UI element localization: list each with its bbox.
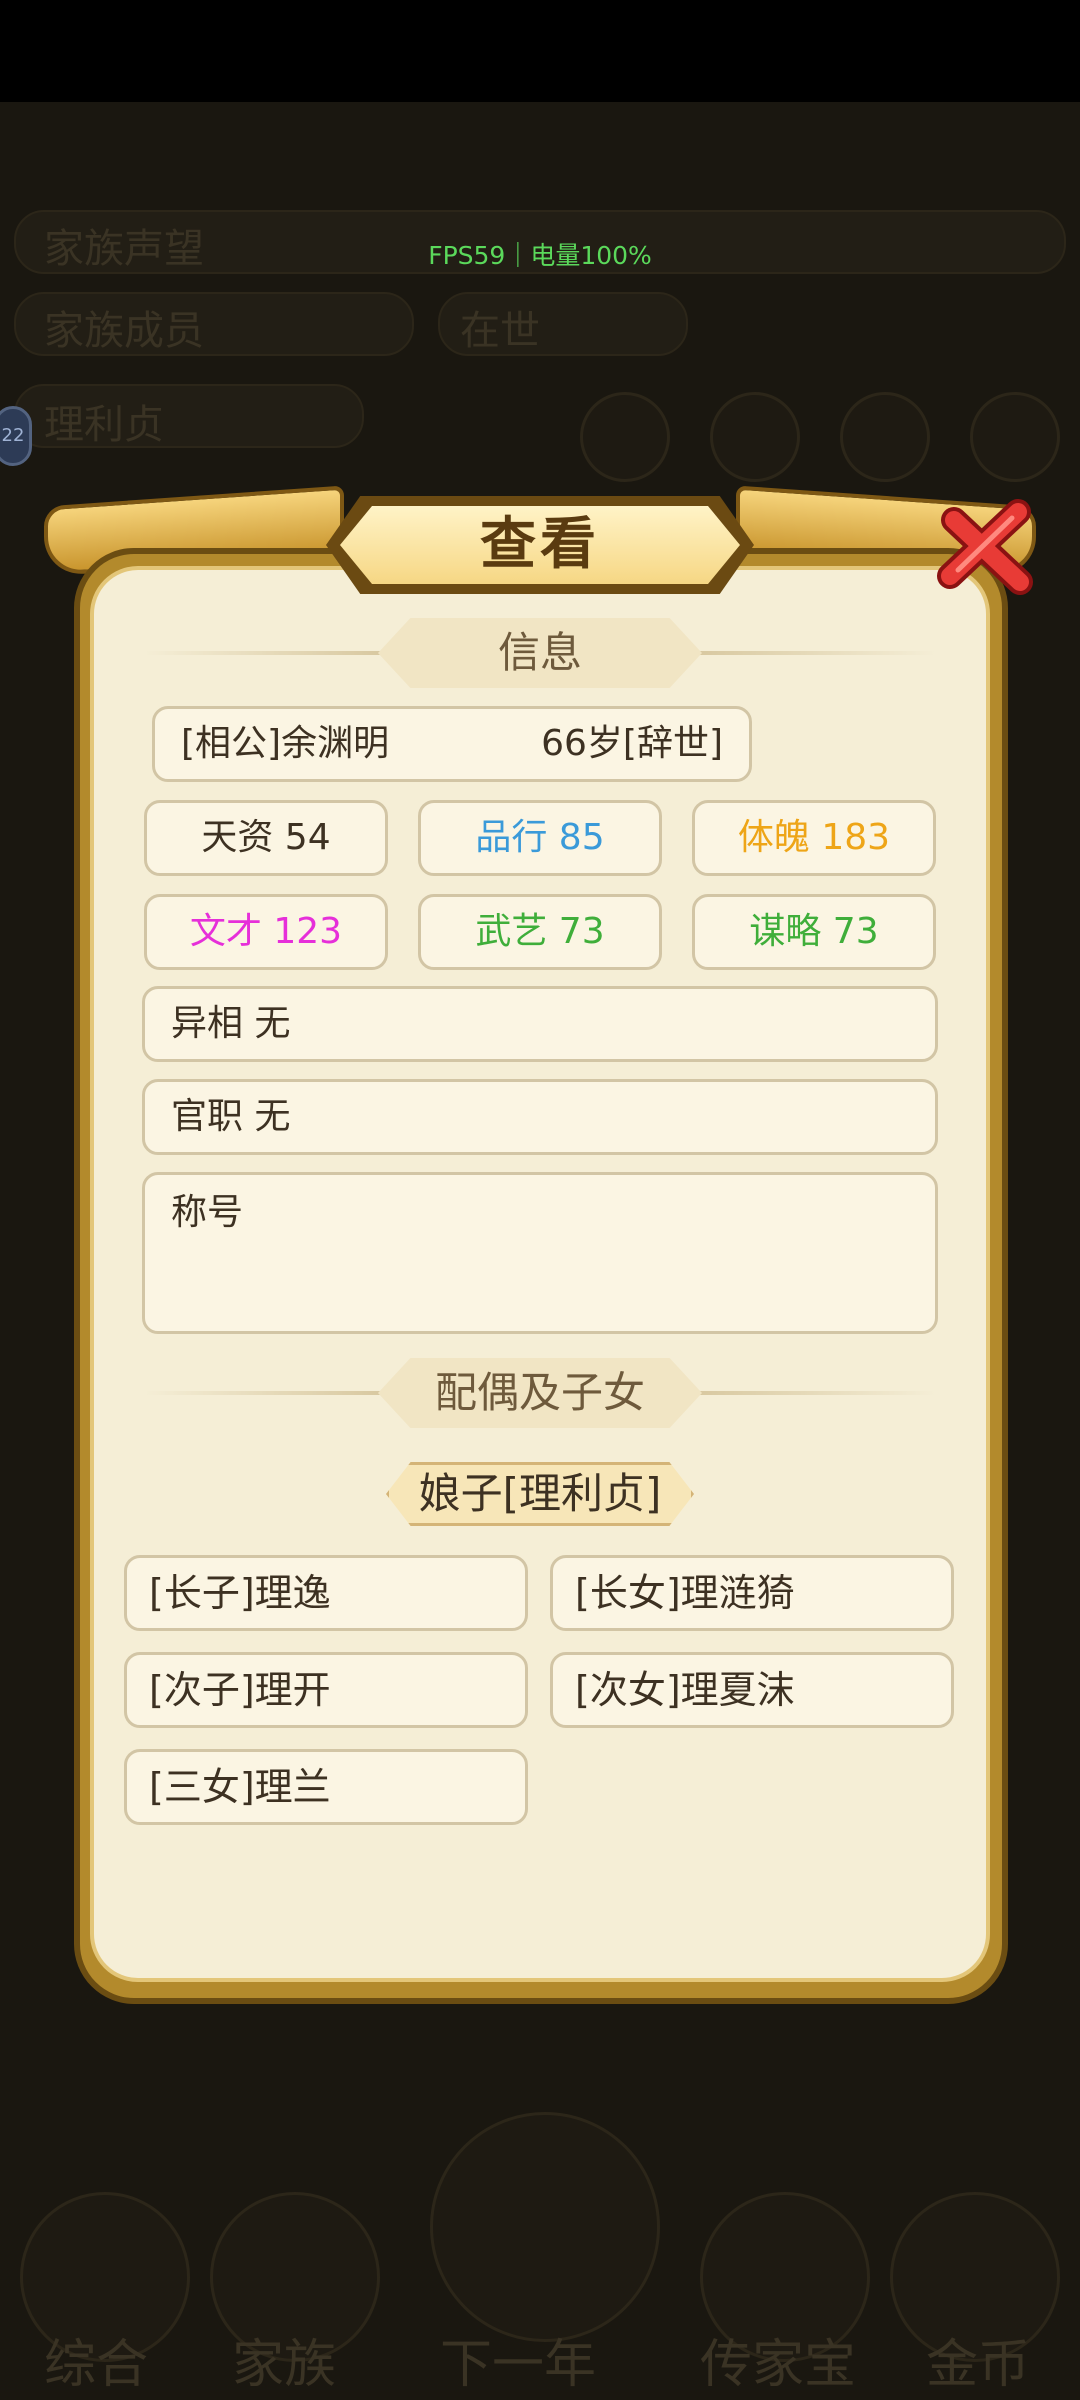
person-age: 66岁[辞世]: [541, 723, 723, 764]
info-section-header: 信息: [378, 618, 702, 688]
bg-nav-icon-3: [430, 2112, 660, 2342]
bg-nav-label-5: 金币: [926, 2335, 1031, 2395]
stat-conduct: 品行 85: [418, 800, 662, 876]
bg-nav-label-1: 综合: [44, 2335, 149, 2395]
stat-literary: 文才 123: [144, 894, 388, 970]
bg-icon-4: [970, 392, 1060, 482]
bg-label-members: 家族成员: [44, 308, 204, 354]
stat-martial: 武艺 73: [418, 894, 662, 970]
person-name: [相公]余渊明: [181, 723, 390, 764]
family-section-header: 配偶及子女: [378, 1358, 702, 1428]
info-header-line-right: [696, 651, 936, 655]
spouse-button[interactable]: 娘子[理利贞]: [386, 1462, 694, 1526]
family-header-line-right: [696, 1391, 936, 1395]
close-x-icon: [937, 499, 1033, 595]
person-row: [相公]余渊明 66岁[辞世]: [152, 706, 752, 782]
status-bar: [0, 0, 1080, 102]
office-field: 官职 无: [142, 1079, 938, 1155]
stat-strategy: 谋略 73: [692, 894, 936, 970]
child-item[interactable]: [次子]理开: [124, 1652, 528, 1728]
info-header-line-left: [144, 651, 384, 655]
dialog-title: 查看: [480, 512, 600, 577]
bg-label-person: 理利贞: [44, 402, 164, 448]
titles-field: 称号: [142, 1172, 938, 1334]
bg-icon-3: [840, 392, 930, 482]
trait-field: 异相 无: [142, 986, 938, 1062]
stat-physique: 体魄 183: [692, 800, 936, 876]
child-item[interactable]: [三女]理兰: [124, 1749, 528, 1825]
bg-label-alive: 在世: [460, 308, 540, 354]
child-item[interactable]: [长女]理涟猗: [550, 1555, 954, 1631]
bg-nav-label-3: 下一年: [440, 2335, 597, 2395]
stat-talent: 天资 54: [144, 800, 388, 876]
level-badge: 22: [0, 406, 32, 466]
child-item[interactable]: [长子]理逸: [124, 1555, 528, 1631]
bg-nav-label-2: 家族: [232, 2335, 337, 2395]
family-header-line-left: [144, 1391, 384, 1395]
bg-icon-1: [580, 392, 670, 482]
fps-battery-indicator: FPS59｜电量100%: [428, 241, 652, 270]
bg-icon-2: [710, 392, 800, 482]
close-button[interactable]: [932, 490, 1040, 598]
bg-nav-label-4: 传家宝: [700, 2335, 857, 2395]
child-item[interactable]: [次女]理夏沫: [550, 1652, 954, 1728]
